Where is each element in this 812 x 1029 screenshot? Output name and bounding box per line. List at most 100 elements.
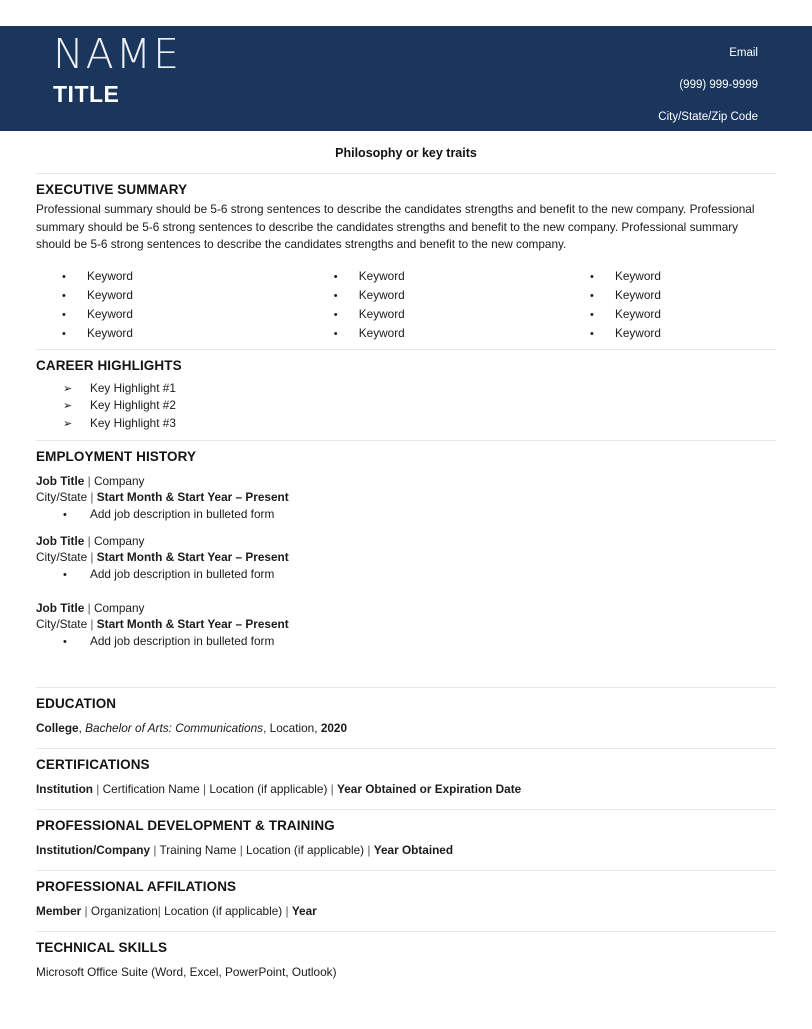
keyword-label: Keyword (87, 287, 133, 302)
keyword-label: Keyword (87, 325, 133, 340)
job-description: Add job description in bulleted form (90, 566, 275, 581)
candidate-name: NAME (53, 30, 181, 78)
list-item: • Keyword (564, 267, 776, 286)
resume-body: Philosophy or key traits EXECUTIVE SUMMA… (0, 146, 812, 981)
separator: , (263, 720, 267, 735)
section-heading-professional-affiliations: PROFESSIONAL AFFILATIONS (36, 878, 237, 894)
bullet-icon: • (62, 270, 66, 283)
training-year: Year Obtained (373, 842, 454, 857)
separator: | (90, 490, 94, 504)
list-item: • Keyword (308, 267, 528, 286)
job-dates: Start Month & Start Year – Present (96, 490, 289, 504)
affiliation-member: Member (36, 903, 82, 918)
section-employment-history: EMPLOYMENT HISTORY Job Title | Company C… (36, 449, 776, 687)
job-company: Company (93, 601, 145, 615)
employment-entry: Job Title | Company City/State | Start M… (36, 533, 776, 584)
bullet-icon: • (333, 327, 338, 340)
separator: | (96, 781, 100, 796)
separator: | (90, 617, 94, 631)
contact-address: City/State/Zip Code (658, 111, 758, 123)
certification-entry: Institution | Certification Name | Locat… (36, 781, 776, 798)
certification-name: Certification Name (102, 781, 200, 796)
affiliation-entry: Member | Organization| Location (if appl… (36, 903, 776, 920)
bullet-icon: • (333, 270, 338, 283)
bullet-icon: • (589, 327, 594, 340)
section-career-highlights: CAREER HIGHLIGHTS ➢ Key Highlight #1 ➢ Key… (36, 358, 776, 433)
list-item: • Keyword (564, 324, 776, 343)
training-institution: Institution/Company (36, 842, 151, 857)
affiliation-year: Year (291, 903, 317, 918)
training-name: Training Name (159, 842, 237, 857)
technical-skills-content: Microsoft Office Suite (Word, Excel, Pow… (36, 964, 337, 979)
keyword-column-2: • Keyword • Keyword • Keyword • Keyword (281, 267, 528, 343)
bullet-icon: • (333, 308, 338, 321)
contact-email[interactable]: Email (658, 46, 758, 60)
separator: | (87, 601, 91, 615)
keyword-label: Keyword (358, 325, 405, 340)
bullet-icon: • (333, 289, 338, 302)
education-location: Location (269, 720, 315, 735)
list-item: • Keyword (308, 286, 528, 305)
separator: | (90, 549, 94, 564)
bullet-icon: • (589, 308, 594, 321)
certification-year: Year Obtained or Expiration Date (337, 781, 522, 796)
philosophy-tagline: Philosophy or key traits (335, 146, 477, 160)
top-margin (0, 0, 812, 26)
bullet-icon: • (62, 289, 66, 302)
education-school: College (36, 720, 79, 735)
list-item: • Keyword (564, 305, 776, 324)
education-degree: Bachelor of Arts: Communications (85, 720, 264, 735)
section-heading-executive-summary: EXECUTIVE SUMMARY (36, 182, 188, 197)
job-location: City/State (36, 549, 88, 564)
section-divider (36, 440, 776, 441)
job-title: Job Title (36, 533, 85, 548)
separator: | (153, 842, 157, 857)
employment-spacer (36, 651, 776, 687)
job-title: Job Title (36, 474, 85, 488)
contact-phone[interactable]: (999) 999-9999 (658, 78, 758, 92)
education-year: 2020 (320, 720, 348, 735)
keyword-column-3: • Keyword • Keyword • Keyword • Keyword (528, 267, 776, 343)
list-item: • Add job description in bulleted form (36, 566, 776, 584)
separator: | (202, 781, 207, 796)
job-title-line: Job Title | Company (36, 533, 776, 549)
list-item: • Keyword (36, 305, 281, 324)
job-company: Company (93, 474, 145, 488)
section-heading-certifications: CERTIFICATIONS (36, 756, 150, 772)
section-divider (36, 869, 776, 871)
certification-institution: Institution (36, 781, 94, 796)
candidate-title: TITLE (53, 81, 120, 107)
separator: | (330, 781, 334, 796)
separator: , (314, 720, 318, 735)
separator: | (87, 533, 91, 548)
section-divider (36, 348, 776, 350)
list-item: • Keyword (36, 267, 281, 286)
job-description-list: • Add job description in bulleted form (36, 566, 776, 584)
list-item: • Add job description in bulleted form (36, 633, 776, 651)
keyword-label: Keyword (358, 268, 405, 283)
list-item: ➢ Key Highlight #3 (36, 415, 776, 433)
job-title-line: Job Title | Company (36, 473, 776, 489)
education-entry: College, Bachelor of Arts: Communication… (36, 720, 776, 737)
list-item: ➢ Key Highlight #2 (36, 397, 776, 415)
career-highlights-list: ➢ Key Highlight #1 ➢ Key Highlight #2 ➢ Key… (36, 380, 776, 433)
keyword-label: Keyword (358, 306, 405, 321)
job-company: Company (93, 533, 145, 548)
job-description: Add job description in bulleted form (90, 507, 275, 521)
arrow-bullet-icon: ➢ (63, 416, 73, 430)
section-professional-development: PROFESSIONAL DEVELOPMENT & TRAINING Inst… (36, 818, 776, 859)
header-banner: NAME TITLE Email (999) 999-9999 City/Sta… (0, 26, 812, 131)
highlight-label: Key Highlight #3 (90, 415, 176, 430)
section-heading-professional-development: PROFESSIONAL DEVELOPMENT & TRAINING (36, 817, 335, 833)
bullet-icon: • (589, 289, 594, 302)
bullet-icon: • (63, 636, 67, 648)
separator: | (87, 474, 91, 488)
separator: | (84, 903, 88, 918)
bullet-icon: • (62, 327, 66, 340)
affiliation-organization: Organization (90, 903, 158, 918)
keyword-label: Keyword (614, 268, 661, 283)
section-executive-summary: EXECUTIVE SUMMARY Professional summary s… (36, 182, 776, 343)
keyword-label: Keyword (87, 306, 133, 321)
employment-entry: Job Title | Company City/State | Start M… (36, 473, 776, 524)
header-contact-block: Email (999) 999-9999 City/State/Zip Code (658, 26, 812, 124)
